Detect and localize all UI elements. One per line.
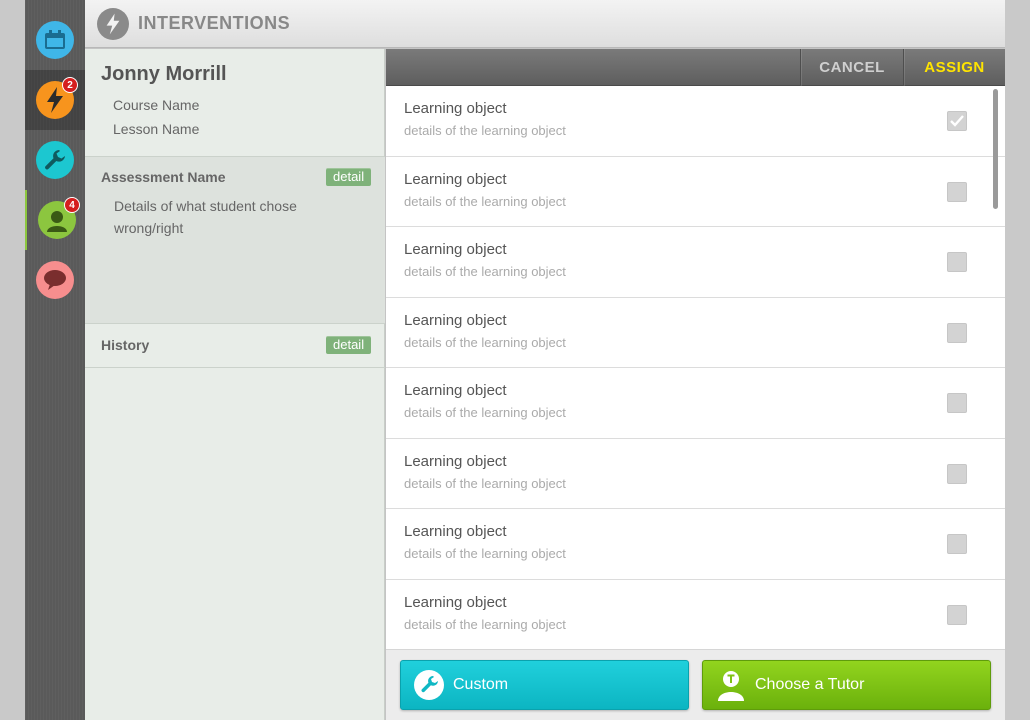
item-title: Learning object [404,311,507,329]
select-checkbox[interactable] [947,604,967,625]
nav-item-tools[interactable] [25,130,85,190]
item-subtitle: details of the learning object [404,264,566,279]
bottom-action-bar: Custom Choose a Tutor [386,649,1005,720]
nav-item-interventions[interactable]: 2 [25,70,85,130]
scrollbar[interactable] [993,89,998,209]
item-title: Learning object [404,100,507,117]
list-item[interactable]: Learning object details of the learning … [386,368,1005,439]
notification-badge: 2 [62,77,78,93]
select-checkbox[interactable] [947,393,967,413]
tutor-icon [716,670,746,701]
notification-badge: 4 [64,197,80,213]
assessment-title: Assessment Name [101,169,226,185]
cancel-button[interactable]: CANCEL [800,49,903,86]
item-subtitle: details of the learning object [404,193,566,209]
list-item[interactable]: Learning object details of the learning … [386,509,1005,580]
item-subtitle: details of the learning object [404,123,566,138]
history-section: History detail [85,324,385,368]
item-title: Learning object [404,241,507,258]
custom-button[interactable]: Custom [400,660,689,710]
action-toolbar: CANCEL ASSIGN [386,49,1005,86]
sidebar-nav: 2 4 [25,0,85,720]
select-checkbox[interactable] [947,111,967,131]
wrench-icon [36,141,74,179]
lightning-icon [97,7,129,40]
item-subtitle: details of the learning object [404,616,566,632]
item-title: Learning object [404,382,507,399]
list-item[interactable]: Learning object details of the learning … [386,227,1005,298]
nav-item-students[interactable]: 4 [25,190,85,250]
list-item[interactable]: Learning object details of the learning … [386,579,1005,650]
choose-tutor-button[interactable]: Choose a Tutor [702,660,991,710]
student-panel: Jonny Morrill Course Name Lesson Name As… [85,49,385,720]
background-left [0,0,25,720]
item-title: Learning object [404,593,507,611]
custom-button-label: Custom [453,676,509,693]
assessment-section: Assessment Name detail Details of what s… [85,157,385,324]
chat-bubble-icon [36,261,74,299]
calendar-icon [36,21,74,59]
student-info: Jonny Morrill Course Name Lesson Name [85,49,384,157]
list-item[interactable]: Learning object details of the learning … [386,438,1005,509]
list-item[interactable]: Learning object details of the learning … [386,86,1005,157]
assessment-detail-button[interactable]: detail [326,168,372,186]
item-subtitle: details of the learning object [404,334,566,350]
wrench-icon [414,670,444,700]
item-title: Learning object [404,170,507,188]
select-checkbox[interactable] [947,252,967,272]
item-subtitle: details of the learning object [404,475,566,491]
item-title: Learning object [404,452,507,470]
checkmark-icon [950,115,964,127]
learning-object-list: Learning object details of the learning … [386,86,1005,650]
assign-button[interactable]: ASSIGN [903,49,1005,86]
select-checkbox[interactable] [947,534,967,554]
student-name: Jonny Morrill [101,63,227,85]
page-header: INTERVENTIONS [85,0,1005,48]
course-name: Course Name [113,97,200,113]
history-title: History [101,337,150,353]
select-checkbox[interactable] [947,181,967,202]
item-title: Learning object [404,523,507,540]
list-item[interactable]: Learning object details of the learning … [386,297,1005,368]
learning-object-panel: CANCEL ASSIGN Learning object details of… [386,49,1005,720]
list-item[interactable]: Learning object details of the learning … [386,156,1005,227]
select-checkbox[interactable] [947,463,967,484]
lesson-name: Lesson Name [113,121,200,137]
page-title: INTERVENTIONS [138,13,291,33]
select-checkbox[interactable] [947,322,967,343]
assessment-details: Details of what student chose wrong/righ… [114,198,297,236]
choose-tutor-label: Choose a Tutor [755,676,865,693]
nav-item-messages[interactable] [25,250,85,310]
item-subtitle: details of the learning object [404,546,566,561]
item-subtitle: details of the learning object [404,405,566,420]
background-right [1005,0,1030,720]
history-detail-button[interactable]: detail [326,336,372,354]
nav-item-calendar[interactable] [25,10,85,70]
